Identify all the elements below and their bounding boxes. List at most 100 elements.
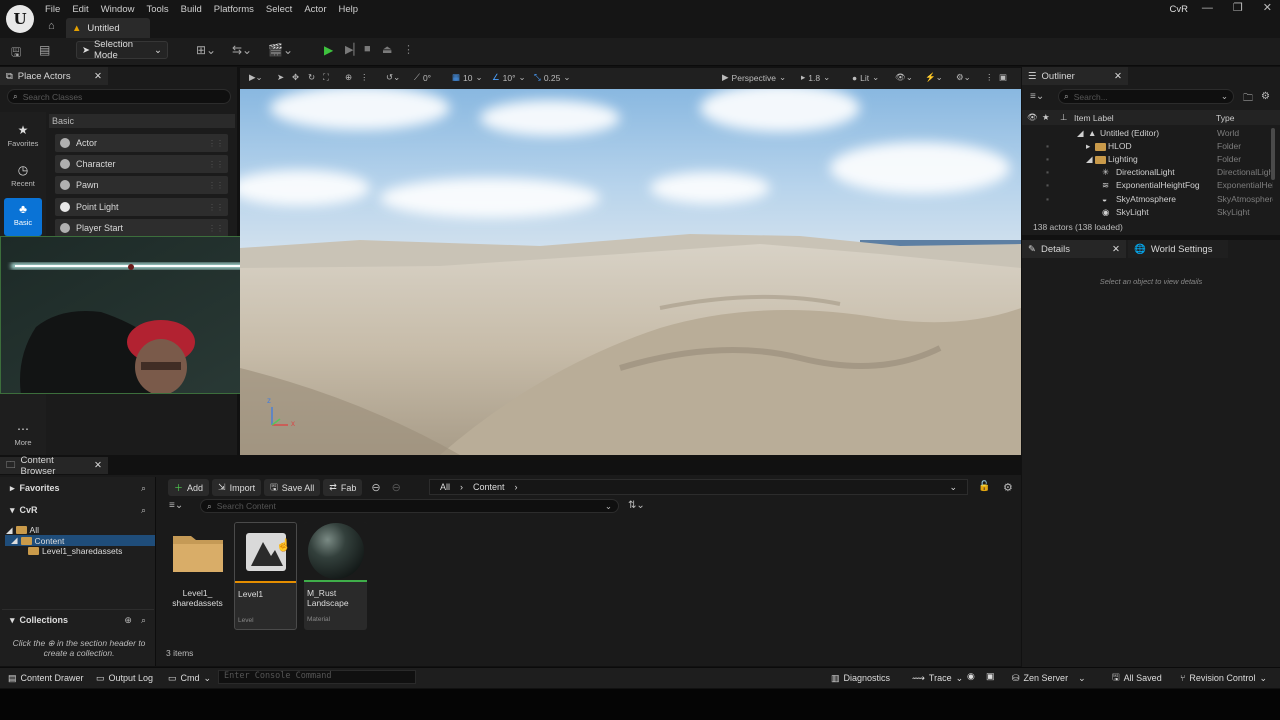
visibility-icon[interactable]: 👁: [1027, 112, 1038, 123]
menu-edit[interactable]: Edit: [71, 4, 99, 15]
add-button[interactable]: ＋ Add: [168, 479, 210, 496]
add-actor-icon[interactable]: ⊞⌄: [196, 43, 216, 57]
settings-gear-icon[interactable]: ⚙⌄: [956, 72, 971, 83]
category-basic[interactable]: ♣ Basic: [4, 198, 42, 236]
selection-mode-dropdown[interactable]: ➤ Selection Mode ⌄: [76, 39, 168, 61]
tree-item-sharedassets[interactable]: Level1_sharedassets: [28, 546, 122, 556]
asset-m-rust-landscape[interactable]: M_Rust Landscape Material: [304, 522, 367, 630]
add-folder-icon[interactable]: 🗀: [1243, 91, 1253, 108]
unreal-logo-icon[interactable]: U: [6, 5, 34, 33]
chevron-right-icon[interactable]: ›: [460, 482, 463, 492]
revision-control-dropdown[interactable]: ⑂ Revision Control ⌄: [1180, 671, 1267, 685]
outliner-row[interactable]: ▪ ◒ SkyAtmosphere SkyAtmosphere: [1022, 194, 1273, 207]
expand-arrow-icon[interactable]: ◢: [1086, 154, 1093, 165]
tab-untitled[interactable]: ▲ Untitled: [66, 18, 150, 38]
expand-arrow-icon[interactable]: ▸: [1086, 141, 1090, 152]
record-icon[interactable]: ◉: [967, 671, 975, 685]
cmd-dropdown[interactable]: ▭ Cmd ⌄: [168, 671, 211, 685]
drag-handle-icon[interactable]: ⋮⋮: [208, 181, 224, 190]
angle-snap-toggle[interactable]: ∠ 10° ⌄: [492, 72, 526, 83]
collections-section-header[interactable]: ▾ Collections ⊕ ⌕: [2, 610, 154, 630]
minimize-icon[interactable]: —: [1202, 2, 1213, 14]
project-section-header[interactable]: ▾ CvR ⌕: [2, 500, 154, 520]
maximize-icon[interactable]: ❐: [1233, 1, 1243, 14]
drag-handle-icon[interactable]: ⋮⋮: [208, 203, 224, 212]
drag-handle-icon[interactable]: ⋮⋮: [208, 160, 224, 169]
menu-window[interactable]: Window: [100, 4, 146, 15]
drag-handle-icon[interactable]: ⋮⋮: [208, 224, 224, 233]
step-icon[interactable]: ▶▏: [345, 43, 362, 56]
tab-content-browser[interactable]: 🗀 Content Browser ✕: [0, 455, 108, 477]
breadcrumb-all[interactable]: All: [440, 482, 450, 492]
close-icon[interactable]: ✕: [94, 71, 102, 82]
more-options-icon[interactable]: ⋮: [985, 72, 994, 83]
history-back-icon[interactable]: ⊖: [371, 481, 380, 494]
chevron-down-icon[interactable]: ⌄: [949, 482, 957, 493]
tab-details[interactable]: ✎ Details ✕: [1022, 240, 1126, 258]
show-flags-icon[interactable]: 👁⌄: [895, 72, 913, 83]
search-icon[interactable]: ⌕: [141, 615, 146, 626]
outliner-row[interactable]: ▪ ✳ DirectionalLight DirectionalLight: [1022, 167, 1273, 180]
outliner-row[interactable]: ▪ ≋ ExponentialHeightFog ExponentialHeig…: [1022, 180, 1273, 193]
translate-icon[interactable]: ✥: [292, 72, 299, 83]
actor-item[interactable]: Actor ⋮⋮: [55, 134, 228, 152]
perspective-dropdown[interactable]: ▶ Perspective ⌄: [722, 72, 786, 83]
close-icon[interactable]: ✕: [1263, 1, 1272, 14]
save-all-button[interactable]: 🖫 Save All: [264, 479, 321, 496]
column-type[interactable]: Type: [1216, 113, 1234, 123]
tab-place-actors[interactable]: ⧉ Place Actors ✕: [0, 67, 108, 85]
drag-handle-icon[interactable]: ⋮⋮: [208, 139, 224, 148]
all-saved-button[interactable]: 🖫 All Saved: [1112, 671, 1162, 685]
menu-platforms[interactable]: Platforms: [213, 4, 265, 15]
column-item-label[interactable]: Item Label: [1074, 113, 1114, 123]
eject-icon[interactable]: ⏏: [382, 43, 392, 56]
tab-world-settings[interactable]: 🌐 World Settings: [1128, 240, 1228, 258]
sort-icon[interactable]: ⇅⌄: [628, 500, 645, 511]
viewport-options-icon[interactable]: ▶⌄: [249, 72, 263, 83]
actor-item[interactable]: Point Light ⋮⋮: [55, 198, 228, 216]
source-control-icon[interactable]: ▤: [39, 43, 50, 57]
category-recent[interactable]: ◷ Recent: [4, 159, 42, 197]
content-search-input[interactable]: ⌕ Search Content ⌄: [200, 499, 619, 513]
more-options-icon[interactable]: ⋮: [403, 43, 414, 56]
tab-outliner[interactable]: ☰ Outliner ✕: [1022, 67, 1128, 85]
menu-select[interactable]: Select: [265, 4, 303, 15]
outliner-scrollbar[interactable]: [1271, 128, 1275, 180]
fab-button[interactable]: ⇄ Fab: [323, 479, 363, 496]
filter-icon[interactable]: ≡⌄: [169, 500, 183, 511]
asset-folder-sharedassets[interactable]: Level1_ sharedassets: [166, 522, 229, 630]
level-viewport[interactable]: [240, 68, 1021, 455]
outliner-row[interactable]: ◉ SkyLight SkyLight: [1022, 207, 1272, 216]
actor-item[interactable]: Player Start ⋮⋮: [55, 219, 228, 237]
surface-snap-icon[interactable]: ↺⌄: [386, 72, 400, 83]
menu-help[interactable]: Help: [338, 4, 370, 15]
grid-snap-toggle[interactable]: ▦ 10 ⌄: [452, 72, 483, 83]
rotate-icon[interactable]: ↻: [308, 72, 315, 83]
rotation-snap-toggle[interactable]: ⟋ 0°: [414, 72, 431, 83]
import-button[interactable]: ⇲ Import: [212, 479, 262, 496]
outliner-row[interactable]: ▪ ◢ Lighting Folder: [1022, 154, 1272, 167]
scale-icon[interactable]: ⛶: [323, 72, 329, 83]
settings-gear-icon[interactable]: ⚙: [1261, 91, 1270, 102]
add-collection-icon[interactable]: ⊕: [124, 615, 132, 626]
outliner-row[interactable]: ▪ ▸ HLOD Folder: [1022, 141, 1272, 154]
home-icon[interactable]: ⌂: [48, 20, 55, 32]
visibility-icon[interactable]: ▪: [1046, 194, 1049, 204]
category-more[interactable]: ⋯ More: [4, 418, 42, 456]
tree-item-all[interactable]: ◢ All: [6, 525, 39, 536]
outliner-search-input[interactable]: ⌕ Search... ⌄: [1058, 89, 1234, 104]
select-mode-icon[interactable]: ➤: [277, 72, 284, 83]
category-favorites[interactable]: ★ Favorites: [4, 119, 42, 157]
expand-arrow-icon[interactable]: ◢: [1077, 128, 1084, 139]
actor-item[interactable]: Pawn ⋮⋮: [55, 176, 228, 194]
breadcrumb-content[interactable]: Content: [473, 482, 505, 492]
cinematics-icon[interactable]: 🎬⌄: [268, 43, 293, 57]
search-icon[interactable]: ⌕: [141, 505, 146, 516]
screenshot-icon[interactable]: ▣: [986, 671, 995, 685]
save-icon[interactable]: 🖫: [11, 43, 21, 64]
visibility-icon[interactable]: ▪: [1046, 180, 1049, 190]
zen-server-dropdown[interactable]: ⛁ Zen Server ⌄: [1012, 671, 1086, 685]
performance-icon[interactable]: ⚡⌄: [925, 72, 943, 83]
menu-build[interactable]: Build: [180, 4, 213, 15]
outliner-row[interactable]: ◢ ▲ Untitled (Editor) World: [1022, 128, 1272, 141]
